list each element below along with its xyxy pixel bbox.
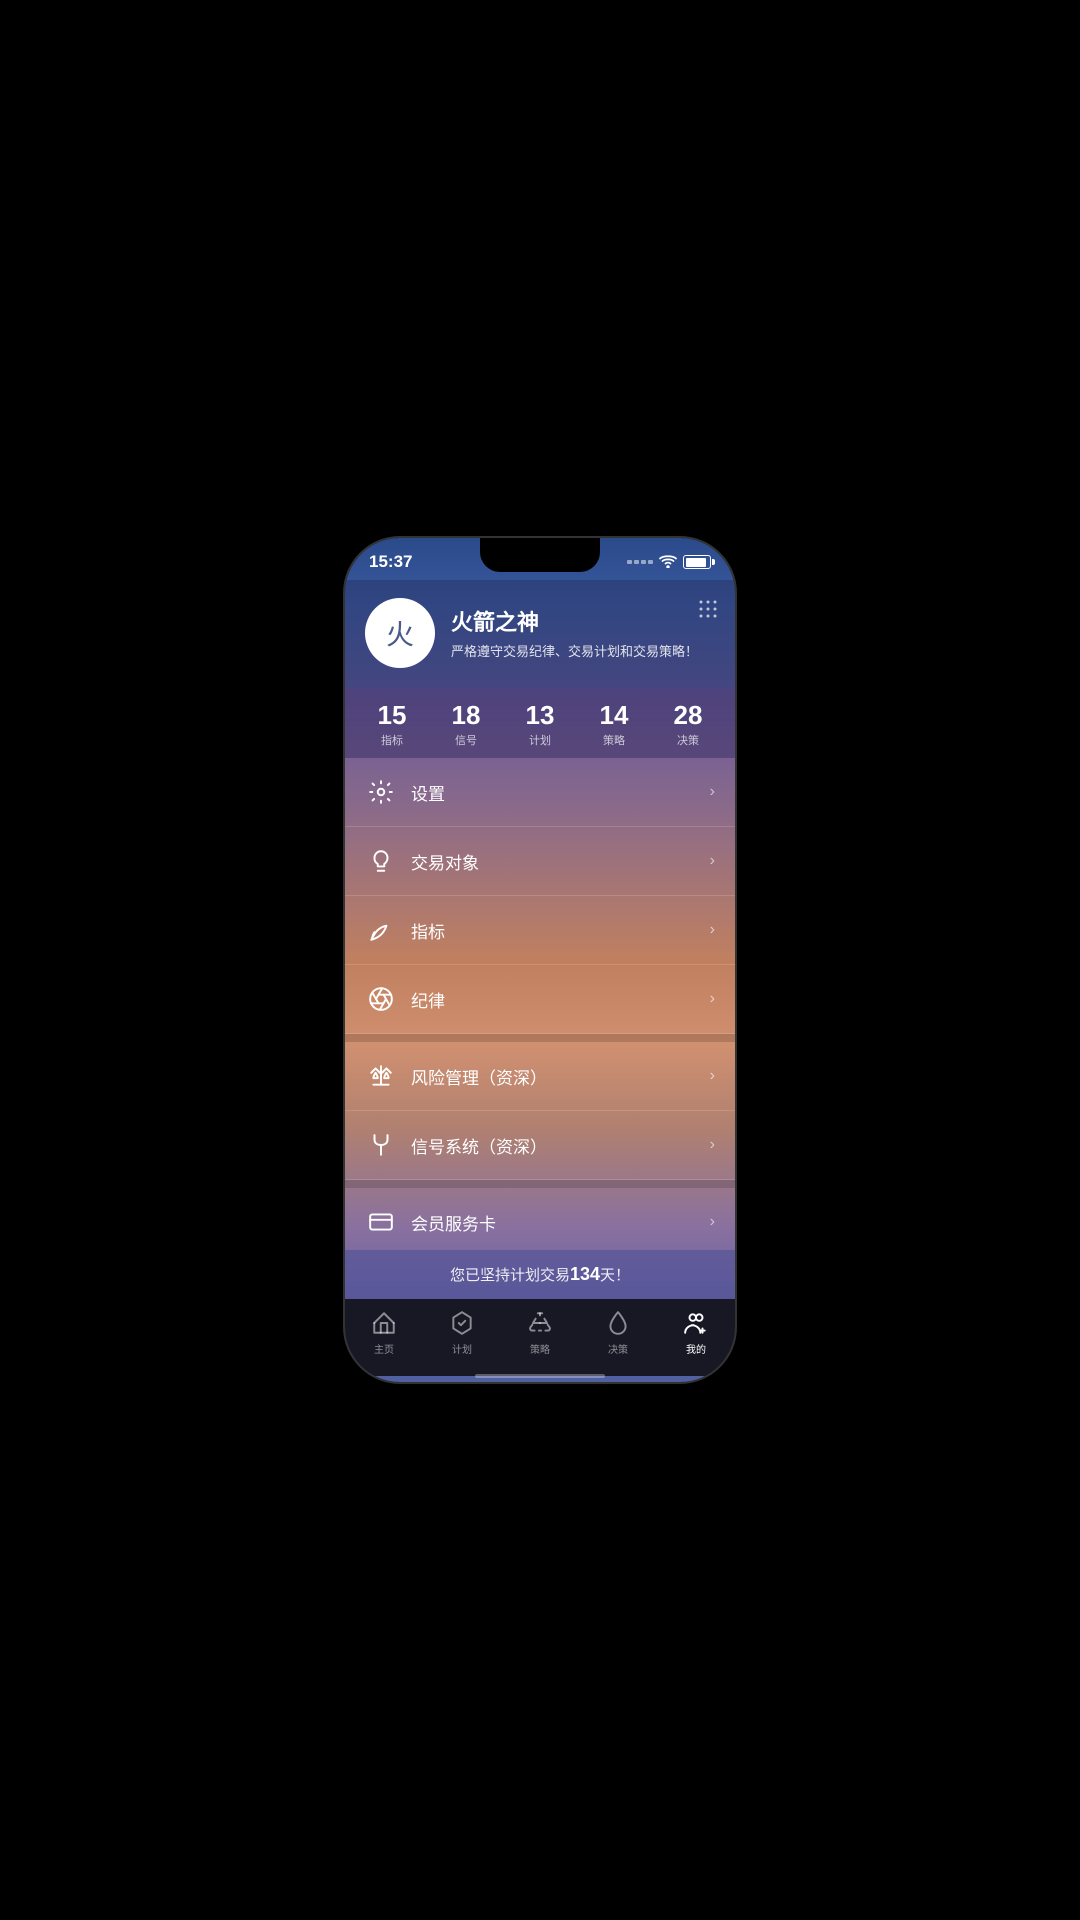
aperture-icon (365, 983, 397, 1015)
person-icon (682, 1309, 710, 1337)
footer-banner: 您已坚持计划交易134天！ (345, 1250, 735, 1299)
tab-mine[interactable]: 我的 (657, 1309, 735, 1356)
battery-icon (683, 555, 711, 569)
stats-row: 15 指标 18 信号 13 计划 14 策略 28 决策 (345, 688, 735, 758)
stat-decisions-number: 28 (674, 702, 703, 728)
chevron-right-icon: › (710, 1067, 715, 1085)
tab-home-label: 主页 (374, 1341, 394, 1356)
dot-grid-icon[interactable] (697, 598, 719, 625)
tab-decision-label: 决策 (608, 1341, 628, 1356)
footer-prefix: 您已坚持计划交易 (450, 1267, 570, 1284)
menu-section-2: 风险管理（资深） › 信号系统（资深） › (345, 1042, 735, 1180)
footer-highlight: 134 (570, 1264, 600, 1284)
leaf-icon (365, 914, 397, 946)
fork-icon (365, 1129, 397, 1161)
notch (480, 538, 600, 572)
recycle-icon (526, 1309, 554, 1337)
profile-name: 火箭之神 (451, 605, 715, 637)
tab-plan-label: 计划 (452, 1341, 472, 1356)
stat-strategies-number: 14 (600, 702, 629, 728)
gear-icon (365, 776, 397, 808)
stat-plans-number: 13 (526, 702, 555, 728)
menu-label-risk-management: 风险管理（资深） (411, 1064, 710, 1089)
avatar-text: 火 (386, 613, 414, 653)
menu-label-settings: 设置 (411, 780, 710, 805)
stat-indicators[interactable]: 15 指标 (355, 702, 429, 748)
tab-mine-label: 我的 (686, 1341, 706, 1356)
profile-info: 火箭之神 严格遵守交易纪律、交易计划和交易策略！ (451, 605, 715, 661)
drop-icon (604, 1309, 632, 1337)
stat-plans[interactable]: 13 计划 (503, 702, 577, 748)
stat-decisions[interactable]: 28 决策 (651, 702, 725, 748)
home-indicator (345, 1376, 735, 1382)
stat-signals-label: 信号 (455, 732, 477, 748)
menu-label-discipline: 纪律 (411, 987, 710, 1012)
profile-header: 火 火箭之神 严格遵守交易纪律、交易计划和交易策略！ (345, 580, 735, 688)
tab-strategy[interactable]: 策略 (501, 1309, 579, 1356)
chevron-right-icon: › (710, 921, 715, 939)
signal-icon (627, 560, 653, 564)
footer-suffix: 天！ (600, 1267, 630, 1284)
menu-item-signal-system[interactable]: 信号系统（资深） › (345, 1111, 735, 1180)
card-icon (365, 1206, 397, 1238)
status-time: 15:37 (369, 552, 412, 572)
chevron-right-icon: › (710, 990, 715, 1008)
menu-item-indicators[interactable]: 指标 › (345, 896, 735, 965)
stat-signals[interactable]: 18 信号 (429, 702, 503, 748)
home-indicator-bar (475, 1374, 605, 1378)
section-divider-1 (345, 1034, 735, 1042)
scale-icon (365, 1060, 397, 1092)
profile-description: 严格遵守交易纪律、交易计划和交易策略！ (451, 643, 715, 661)
chevron-right-icon: › (710, 1136, 715, 1154)
menu-item-settings[interactable]: 设置 › (345, 758, 735, 827)
menu-item-risk-management[interactable]: 风险管理（资深） › (345, 1042, 735, 1111)
menu-label-indicators: 指标 (411, 918, 710, 943)
plan-icon (448, 1309, 476, 1337)
footer-banner-text: 您已坚持计划交易134天！ (359, 1264, 721, 1285)
stat-plans-label: 计划 (529, 732, 551, 748)
menu-label-membership: 会员服务卡 (411, 1210, 710, 1235)
chevron-right-icon: › (710, 1213, 715, 1231)
status-icons (627, 554, 711, 571)
menu-item-membership[interactable]: 会员服务卡 › (345, 1188, 735, 1250)
avatar: 火 (365, 598, 435, 668)
menu-list: 设置 › 交易对象 › (345, 758, 735, 1250)
phone-screen: 15:37 (345, 538, 735, 1382)
stat-strategies[interactable]: 14 策略 (577, 702, 651, 748)
menu-item-discipline[interactable]: 纪律 › (345, 965, 735, 1034)
tab-strategy-label: 策略 (530, 1341, 550, 1356)
stat-strategies-label: 策略 (603, 732, 625, 748)
menu-label-trading-target: 交易对象 (411, 849, 710, 874)
stat-indicators-label: 指标 (381, 732, 403, 748)
menu-section-1: 设置 › 交易对象 › (345, 758, 735, 1034)
phone-frame: 15:37 (345, 538, 735, 1382)
bulb-icon (365, 845, 397, 877)
tab-plan[interactable]: 计划 (423, 1309, 501, 1356)
chevron-right-icon: › (710, 783, 715, 801)
tab-home[interactable]: 主页 (345, 1309, 423, 1356)
menu-section-3: 会员服务卡 › 关于银环蛇 › (345, 1188, 735, 1250)
wifi-icon (659, 554, 677, 571)
chevron-right-icon: › (710, 852, 715, 870)
tab-decision[interactable]: 决策 (579, 1309, 657, 1356)
stat-signals-number: 18 (452, 702, 481, 728)
menu-item-trading-target[interactable]: 交易对象 › (345, 827, 735, 896)
section-divider-2 (345, 1180, 735, 1188)
menu-label-signal-system: 信号系统（资深） (411, 1133, 710, 1158)
stat-decisions-label: 决策 (677, 732, 699, 748)
stat-indicators-number: 15 (378, 702, 407, 728)
home-icon (370, 1309, 398, 1337)
tab-bar: 主页 计划 (345, 1299, 735, 1376)
